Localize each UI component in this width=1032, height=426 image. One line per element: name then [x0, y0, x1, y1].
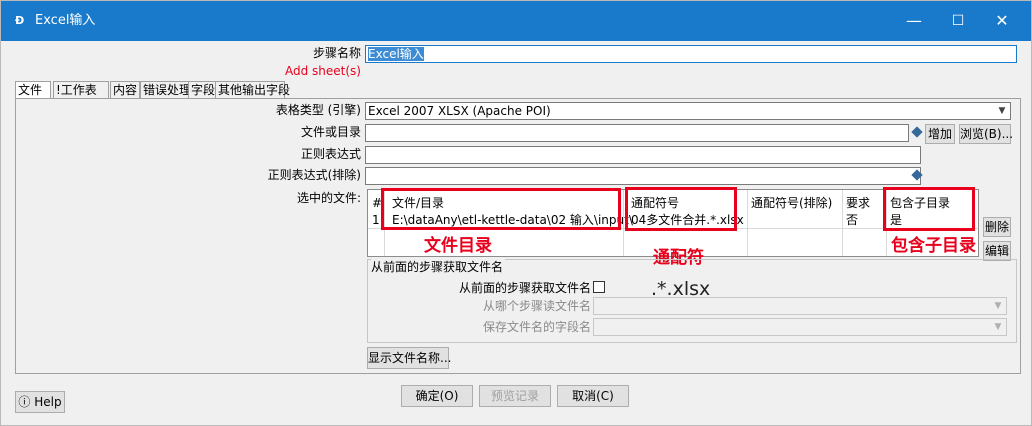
app-icon: Ð	[15, 14, 25, 27]
table-row-required[interactable]: 否	[846, 212, 858, 228]
help-label: Help	[34, 395, 62, 409]
table-header-wildcard-exclude: 通配符号(排除)	[751, 196, 833, 210]
step-name-label: 步骤名称	[312, 46, 361, 60]
annotation-dir: 文件目录	[424, 236, 492, 256]
tab-sheets[interactable]: !工作表	[53, 81, 109, 99]
annotation-box-subdirs	[883, 187, 975, 231]
prev-step-name-label: 从哪个步骤读文件名	[482, 299, 591, 313]
table-header-required: 要求	[846, 196, 871, 210]
prev-step-checkbox-label: 从前面的步骤获取文件名	[458, 281, 591, 295]
annotation-box-wildcard	[625, 187, 737, 231]
regex-exclude-input[interactable]	[365, 167, 921, 185]
tab-file[interactable]: 文件	[15, 81, 51, 99]
close-button[interactable]: ✕	[979, 1, 1025, 41]
prev-step-checkbox[interactable]	[593, 281, 605, 293]
maximize-button[interactable]: ☐	[935, 1, 981, 41]
dialog-window: Ð Excel输入 — ☐ ✕ 步骤名称 Excel输入 Add sheet(s…	[0, 0, 1032, 426]
file-dir-label: 文件或目录	[300, 125, 361, 139]
prev-step-field-label: 保存文件名的字段名	[482, 320, 591, 334]
edit-button[interactable]: 编辑	[983, 241, 1011, 261]
delete-button[interactable]: 删除	[983, 217, 1011, 237]
table-type-select[interactable]: Excel 2007 XLSX (Apache POI) ▼	[365, 102, 1011, 120]
table-type-label: 表格类型 (引擎)	[275, 103, 361, 117]
tab-fields[interactable]: 字段	[188, 81, 216, 99]
chevron-down-icon: ▼	[994, 322, 1002, 332]
prev-step-field-select[interactable]: ▼	[593, 318, 1007, 336]
file-dir-input[interactable]	[365, 124, 909, 142]
tab-other-output-fields[interactable]: 其他输出字段	[215, 81, 290, 99]
table-row-num: 1	[372, 213, 380, 227]
annotation-subdirs: 包含子目录	[891, 236, 976, 256]
regex-label: 正则表达式	[300, 147, 361, 161]
ok-button[interactable]: 确定(O)	[401, 385, 473, 407]
add-sheets-link[interactable]: Add sheet(s)	[261, 63, 361, 79]
grid-divider	[747, 190, 748, 256]
table-type-value: Excel 2007 XLSX (Apache POI)	[368, 104, 551, 118]
help-button[interactable]: ⓘ Help	[15, 391, 65, 413]
help-icon: ⓘ	[18, 395, 31, 409]
minimize-button[interactable]: —	[891, 1, 937, 41]
browse-button[interactable]: 浏览(B)...	[959, 124, 1013, 144]
tab-content[interactable]: 内容	[110, 81, 140, 99]
window-title: Excel输入	[35, 13, 96, 28]
grid-divider	[842, 190, 843, 256]
annotation-box-dir	[381, 188, 621, 230]
show-filenames-button[interactable]: 显示文件名称...	[367, 347, 451, 369]
chevron-down-icon: ▼	[994, 301, 1002, 311]
title-bar: Ð Excel输入 — ☐ ✕	[1, 1, 1031, 41]
cancel-button[interactable]: 取消(C)	[557, 385, 629, 407]
selected-files-label: 选中的文件:	[296, 191, 361, 205]
step-name-input[interactable]: Excel输入	[365, 45, 1017, 63]
add-button[interactable]: 增加	[925, 124, 955, 144]
previous-step-group-title: 从前面的步骤获取文件名	[371, 259, 506, 275]
step-name-value: Excel输入	[368, 47, 424, 61]
chevron-down-icon: ▼	[998, 106, 1006, 116]
preview-button[interactable]: 预览记录	[479, 385, 551, 407]
regex-exclude-label: 正则表达式(排除)	[267, 168, 361, 182]
prev-step-name-select[interactable]: ▼	[593, 297, 1007, 315]
regex-input[interactable]	[365, 146, 921, 164]
tab-error-handling[interactable]: 错误处理	[140, 81, 194, 99]
